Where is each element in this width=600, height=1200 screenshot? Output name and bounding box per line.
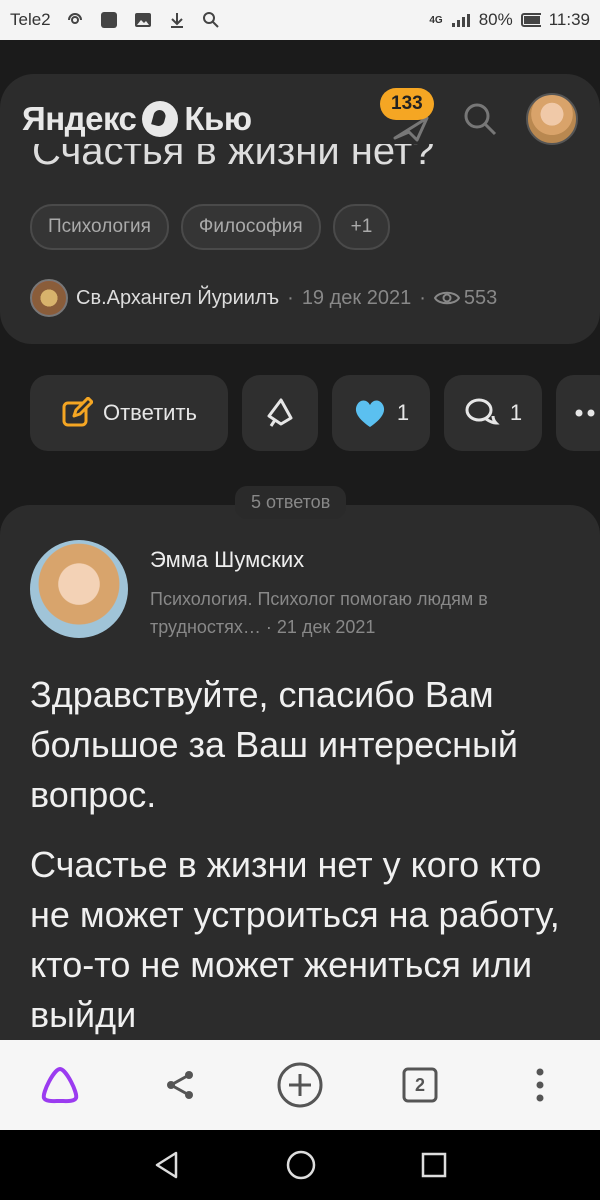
tag-list: Психология Философия +1 bbox=[30, 204, 391, 250]
yandex-q-logo[interactable]: Яндекс Кью bbox=[22, 100, 252, 138]
share-icon bbox=[167, 1071, 193, 1099]
likes-count: 1 bbox=[396, 400, 410, 425]
carrier-label: Tele2 bbox=[10, 10, 51, 29]
reply-label: Ответить bbox=[102, 400, 198, 425]
plus-circle-icon bbox=[277, 1062, 323, 1108]
alice-button[interactable] bbox=[30, 1055, 90, 1115]
answer-date: 21 дек 2021 bbox=[276, 617, 376, 637]
browser-top-strip bbox=[0, 40, 600, 74]
kebab-menu-icon bbox=[536, 1068, 544, 1102]
app-notification-icon bbox=[99, 10, 119, 30]
network-type: 4G bbox=[429, 14, 443, 26]
tag-psychology[interactable]: Психология bbox=[30, 204, 169, 250]
browser-toolbar: 2 bbox=[0, 1040, 600, 1130]
edit-icon bbox=[62, 397, 93, 427]
separator-dot: · bbox=[287, 286, 294, 309]
more-icon bbox=[575, 409, 595, 417]
signal-icon bbox=[451, 10, 471, 30]
system-nav-bar bbox=[0, 1130, 600, 1200]
answer-author-description: Психология. Психолог помогаю людям в тру… bbox=[150, 585, 570, 641]
author-name[interactable]: Св.Архангел Йуриилъ bbox=[76, 287, 279, 310]
notification-badge: 133 bbox=[380, 88, 434, 120]
tabs-button[interactable]: 2 bbox=[390, 1055, 450, 1115]
question-actions: Ответить 1 1 bbox=[30, 375, 600, 451]
search-icon bbox=[464, 103, 497, 136]
answer-paragraph: Здравствуйте, спасибо Вам большое за Ваш… bbox=[30, 674, 518, 815]
reply-button[interactable]: Ответить bbox=[30, 375, 228, 451]
share-question-button[interactable] bbox=[242, 375, 318, 451]
tag-philosophy[interactable]: Философия bbox=[180, 204, 321, 250]
notifications-button[interactable]: 133 bbox=[380, 88, 434, 142]
home-button[interactable] bbox=[285, 1149, 317, 1181]
question-date: 19 дек 2021 bbox=[301, 286, 412, 309]
battery-percent: 80% bbox=[478, 10, 513, 29]
tag-more[interactable]: +1 bbox=[332, 204, 391, 250]
status-bar: Tele2 4G 80% 11:39 bbox=[0, 0, 600, 40]
logo-text-q: Кью bbox=[184, 100, 252, 137]
paper-plane-icon bbox=[267, 398, 293, 427]
tabs-count: 2 bbox=[414, 1074, 425, 1095]
like-button[interactable]: 1 bbox=[332, 375, 430, 451]
image-icon bbox=[133, 10, 153, 30]
new-tab-button[interactable] bbox=[270, 1055, 330, 1115]
eye-icon bbox=[433, 291, 460, 305]
heart-icon bbox=[355, 400, 384, 427]
back-icon bbox=[155, 1151, 177, 1179]
question-card: Яндекс Кью 133 Счастья в жизни нет? Псих… bbox=[0, 74, 600, 344]
answers-count-label: 5 ответов bbox=[235, 486, 347, 519]
views-counter: 553 bbox=[433, 286, 498, 310]
separator-dot: · bbox=[265, 617, 277, 637]
share-button[interactable] bbox=[150, 1055, 210, 1115]
answer-card: Эмма Шумских Психология. Психолог помога… bbox=[0, 505, 600, 1045]
comments-button[interactable]: 1 bbox=[444, 375, 542, 451]
answer-paragraph: Счастье в жизни нет у кого кто не может … bbox=[30, 844, 560, 1035]
answer-text: Здравствуйте, спасибо Вам большое за Ваш… bbox=[30, 670, 575, 1060]
hotspot-icon bbox=[65, 10, 85, 30]
user-avatar[interactable] bbox=[526, 93, 578, 145]
recents-icon bbox=[422, 1152, 447, 1178]
search-button[interactable] bbox=[462, 101, 498, 137]
logo-text-yandex: Яндекс bbox=[22, 100, 137, 137]
clock: 11:39 bbox=[548, 10, 590, 29]
more-actions-button[interactable] bbox=[556, 375, 600, 451]
answer-author-name[interactable]: Эмма Шумских bbox=[150, 547, 304, 573]
download-icon bbox=[167, 10, 187, 30]
home-icon bbox=[286, 1150, 316, 1180]
answer-author-avatar[interactable] bbox=[30, 540, 128, 638]
author-avatar[interactable] bbox=[30, 279, 68, 317]
alice-icon bbox=[41, 1067, 79, 1104]
comments-count: 1 bbox=[509, 400, 523, 425]
logo-mark-icon bbox=[142, 101, 179, 137]
battery-icon bbox=[520, 10, 541, 30]
menu-button[interactable] bbox=[510, 1055, 570, 1115]
search-icon bbox=[201, 10, 221, 30]
comment-icon bbox=[465, 398, 500, 425]
separator-dot: · bbox=[419, 286, 426, 309]
recents-button[interactable] bbox=[420, 1151, 448, 1179]
question-author-row: Св.Архангел Йуриилъ · 19 дек 2021 · 553 bbox=[30, 279, 497, 317]
views-count: 553 bbox=[463, 286, 498, 309]
question-title: Счастья в жизни нет? bbox=[32, 144, 435, 172]
back-button[interactable] bbox=[152, 1150, 182, 1180]
